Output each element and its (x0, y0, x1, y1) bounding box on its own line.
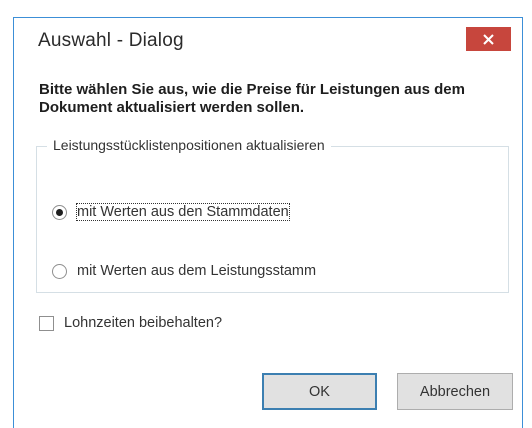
radio-dot-icon (56, 209, 63, 216)
ok-button[interactable]: OK (262, 373, 377, 410)
keep-labor-times-checkbox[interactable] (39, 316, 54, 331)
group-legend: Leistungsstücklistenpositionen aktualisi… (47, 137, 331, 153)
radio-master-data-label[interactable]: mit Werten aus den Stammdaten (76, 203, 290, 221)
dialog-title: Auswahl - Dialog (38, 30, 184, 51)
instruction-text: Bitte wählen Sie aus, wie die Preise für… (39, 81, 465, 116)
radio-service-master-label[interactable]: mit Werten aus dem Leistungsstamm (77, 263, 316, 279)
keep-labor-times-label[interactable]: Lohnzeiten beibehalten? (64, 315, 222, 331)
update-options-group: Leistungsstücklistenpositionen aktualisi… (36, 137, 509, 293)
close-button[interactable] (466, 27, 511, 51)
radio-button-unchecked[interactable] (52, 264, 67, 279)
dialog-titlebar[interactable]: Auswahl - Dialog (14, 18, 522, 66)
cancel-button[interactable]: Abbrechen (397, 373, 513, 410)
close-x-icon (483, 34, 494, 45)
selection-dialog: Auswahl - Dialog Bitte wählen Sie aus, w… (13, 17, 523, 428)
radio-button-checked[interactable] (52, 205, 67, 220)
